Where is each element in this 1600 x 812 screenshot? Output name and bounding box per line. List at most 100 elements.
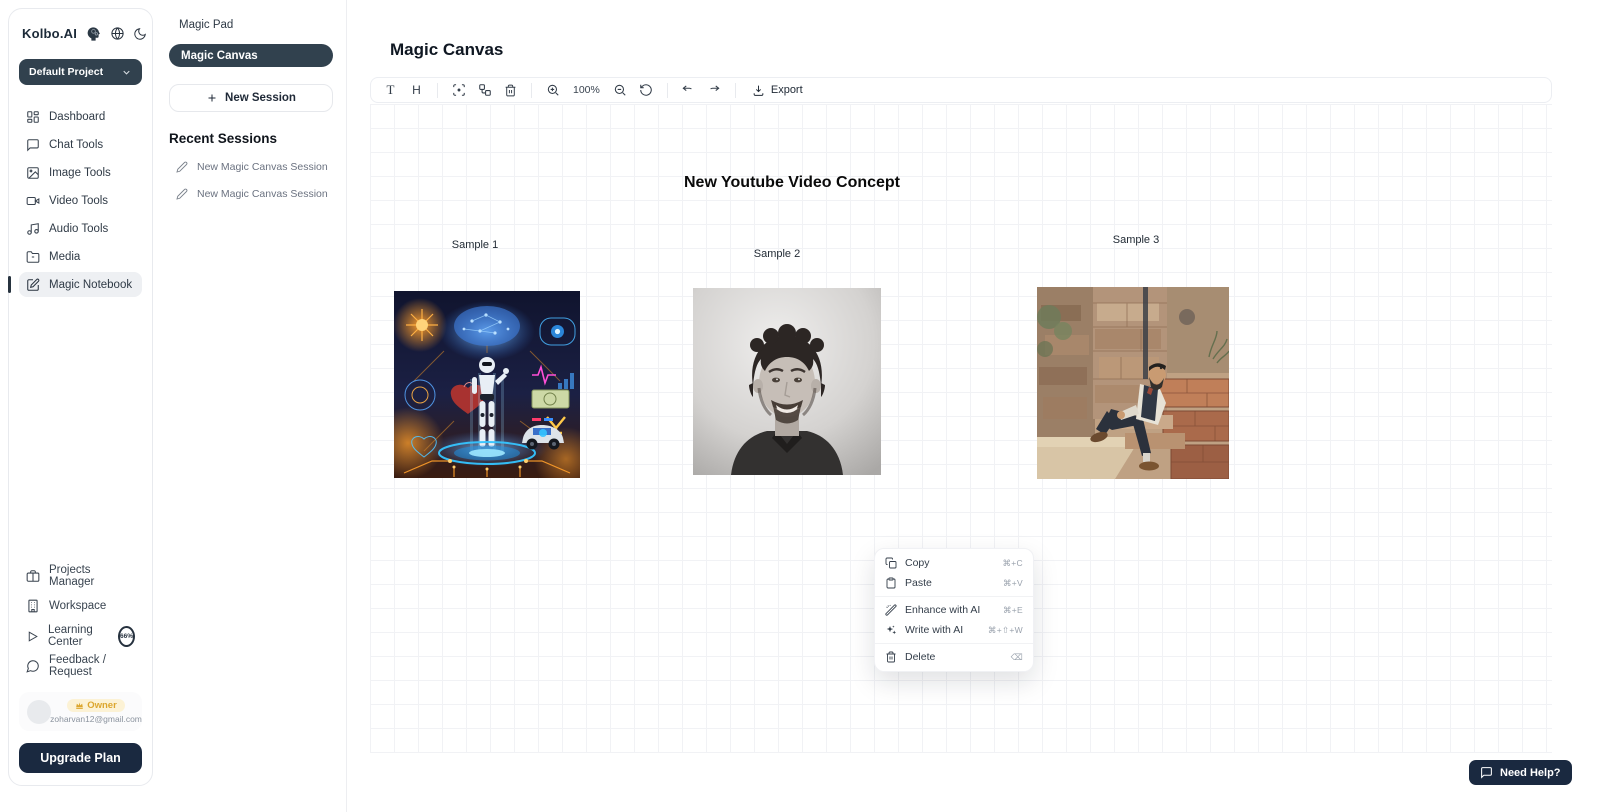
logo-text: Kolbo.AI — [22, 26, 77, 41]
chat-icon — [26, 138, 40, 152]
footer-item-label: Workspace — [49, 600, 106, 612]
shortcut-label: ⌘+E — [1003, 605, 1023, 616]
user-info: Owner zoharvan12@gmail.com — [58, 699, 134, 724]
recent-session-item[interactable]: New Magic Canvas Session — [169, 161, 333, 173]
sample-3-label[interactable]: Sample 3 — [1113, 234, 1159, 246]
sample-3-image[interactable] — [1037, 287, 1229, 479]
sparkles-icon — [885, 624, 897, 636]
project-selector-label: Default Project — [29, 66, 103, 78]
user-account-card[interactable]: Owner zoharvan12@gmail.com — [19, 692, 142, 731]
context-menu-item-enhance-with-ai[interactable]: Enhance with AI ⌘+E — [875, 600, 1033, 620]
redo-button[interactable] — [704, 80, 725, 100]
text-tool-button[interactable]: T — [380, 80, 401, 100]
sidebar-item-image-tools[interactable]: Image Tools — [19, 160, 142, 185]
sidebar-item-audio-tools[interactable]: Audio Tools — [19, 216, 142, 241]
zoom-out-button[interactable] — [610, 80, 631, 100]
sidebar-item-label: Audio Tools — [49, 223, 108, 235]
context-menu-item-copy[interactable]: Copy ⌘+C — [875, 553, 1033, 573]
video-icon — [26, 194, 40, 208]
brain-logo-icon — [85, 25, 102, 42]
page-title: Magic Canvas — [390, 40, 503, 60]
sidebar: Kolbo.AI Default Project Dashboard — [8, 8, 153, 786]
briefcase-icon — [26, 569, 40, 583]
sidebar-item-projects-manager[interactable]: Projects Manager — [19, 562, 142, 590]
footer-item-label: Learning Center — [48, 624, 108, 648]
pencil-icon — [176, 188, 188, 200]
language-globe-icon[interactable] — [110, 26, 125, 41]
recent-session-item[interactable]: New Magic Canvas Session — [169, 188, 333, 200]
sidebar-item-label: Image Tools — [49, 167, 111, 179]
toolbar-divider — [437, 83, 438, 98]
sidebar-item-label: Media — [49, 251, 80, 263]
zoom-level-value[interactable]: 100% — [568, 84, 605, 96]
sample-1-image[interactable] — [394, 291, 580, 478]
footer-item-label: Projects Manager — [49, 564, 135, 588]
chevron-down-icon — [121, 67, 132, 78]
select-focus-tool-button[interactable] — [448, 80, 469, 100]
upgrade-plan-button[interactable]: Upgrade Plan — [19, 743, 142, 773]
trash-icon — [885, 651, 897, 663]
heading-tool-button[interactable]: H — [406, 80, 427, 100]
dark-mode-moon-icon[interactable] — [133, 27, 147, 41]
audio-icon — [26, 222, 40, 236]
sample-1-label[interactable]: Sample 1 — [452, 239, 498, 251]
avatar — [27, 700, 51, 724]
feedback-chat-icon — [26, 659, 40, 673]
nav-magic-pad[interactable]: Magic Pad — [169, 15, 333, 35]
need-help-button[interactable]: Need Help? — [1469, 760, 1572, 785]
shortcut-label: ⌘+⇧+W — [988, 625, 1023, 636]
sidebar-item-video-tools[interactable]: Video Tools — [19, 188, 142, 213]
new-session-button[interactable]: New Session — [169, 84, 333, 112]
toolbar-divider — [735, 83, 736, 98]
notebook-pen-icon — [26, 278, 40, 292]
paste-icon — [885, 577, 897, 589]
nav-magic-canvas-selected[interactable]: Magic Canvas — [169, 44, 333, 67]
user-email: zoharvan12@gmail.com — [50, 714, 142, 724]
sidebar-nav: Dashboard Chat Tools Image Tools Video T… — [19, 104, 142, 297]
building-icon — [26, 599, 40, 613]
delete-tool-button[interactable] — [500, 80, 521, 100]
shortcut-label: ⌘+V — [1003, 578, 1023, 589]
recent-sessions-heading: Recent Sessions — [169, 131, 333, 146]
help-chat-icon — [1480, 766, 1493, 779]
zoom-in-button[interactable] — [542, 80, 563, 100]
sidebar-footer: Projects Manager Workspace Learning Cent… — [19, 562, 142, 773]
sidebar-item-magic-notebook[interactable]: Magic Notebook — [19, 272, 142, 297]
dashboard-icon — [26, 110, 40, 124]
learning-progress-badge: 66% — [118, 626, 135, 647]
canvas-grid[interactable]: New Youtube Video Concept Sample 1 Sampl… — [370, 104, 1552, 753]
project-selector[interactable]: Default Project — [19, 59, 142, 85]
plus-icon — [206, 92, 218, 104]
crown-icon — [75, 701, 84, 710]
footer-item-label: Feedback / Request — [49, 654, 135, 678]
sidebar-item-label: Chat Tools — [49, 139, 103, 151]
sidebar-item-workspace[interactable]: Workspace — [19, 592, 142, 620]
sidebar-item-feedback[interactable]: Feedback / Request — [19, 652, 142, 680]
play-icon — [26, 630, 39, 643]
sidebar-item-dashboard[interactable]: Dashboard — [19, 104, 142, 129]
sidebar-item-label: Video Tools — [49, 195, 108, 207]
sidebar-item-learning-center[interactable]: Learning Center 66% — [19, 622, 142, 650]
export-button[interactable]: Export — [746, 84, 809, 97]
toolbar-divider — [531, 83, 532, 98]
context-menu-divider — [875, 643, 1033, 644]
sidebar-item-media[interactable]: Media — [19, 244, 142, 269]
shortcut-label: ⌫ — [1011, 652, 1023, 663]
context-menu-item-delete[interactable]: Delete ⌫ — [875, 647, 1033, 667]
context-menu-item-write-with-ai[interactable]: Write with AI ⌘+⇧+W — [875, 620, 1033, 640]
sample-2-label[interactable]: Sample 2 — [754, 248, 800, 260]
undo-button[interactable] — [678, 80, 699, 100]
connector-tool-button[interactable] — [474, 80, 495, 100]
toolbar-divider — [667, 83, 668, 98]
sidebar-item-chat-tools[interactable]: Chat Tools — [19, 132, 142, 157]
canvas-title-text[interactable]: New Youtube Video Concept — [684, 174, 900, 192]
media-folder-icon — [26, 250, 40, 264]
download-icon — [752, 84, 765, 97]
sample-2-image[interactable] — [693, 288, 881, 475]
image-icon — [26, 166, 40, 180]
context-menu-item-paste[interactable]: Paste ⌘+V — [875, 573, 1033, 593]
context-menu-divider — [875, 596, 1033, 597]
context-menu: Copy ⌘+C Paste ⌘+V Enhance with AI ⌘+E W… — [874, 548, 1034, 672]
reset-view-button[interactable] — [636, 80, 657, 100]
pencil-icon — [176, 161, 188, 173]
